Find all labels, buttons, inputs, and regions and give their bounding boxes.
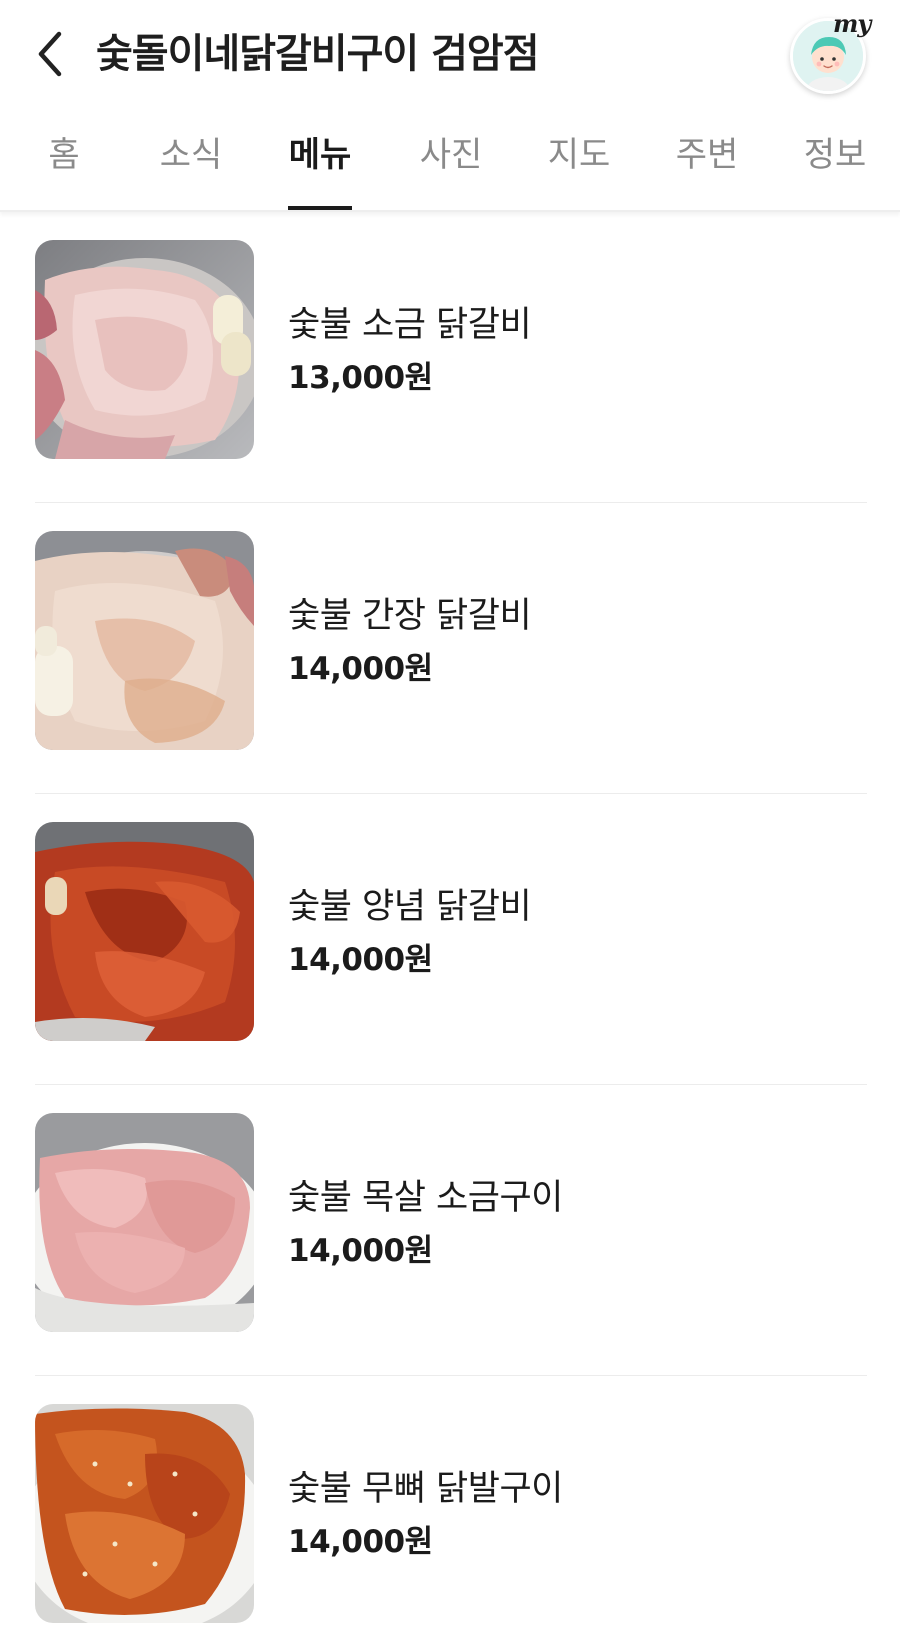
- menu-item-name: 숯불 목살 소금구이: [288, 1178, 563, 1218]
- menu-item-photo: [35, 1113, 254, 1332]
- menu-item-name: 숯불 양념 닭갈비: [288, 887, 532, 927]
- menu-item[interactable]: 숯불 무뼈 닭발구이 14,000원: [35, 1376, 867, 1643]
- tab-home[interactable]: 홈: [46, 132, 82, 198]
- page-title: 숯돌이네닭갈비구이 검암점: [96, 31, 540, 77]
- my-label: my: [833, 9, 871, 38]
- chevron-left-icon: [38, 31, 62, 77]
- menu-item-price: 14,000원: [288, 942, 433, 978]
- menu-item-price: 14,000원: [288, 1524, 433, 1560]
- tab-map[interactable]: 지도: [546, 132, 612, 198]
- menu-item[interactable]: 숯불 목살 소금구이 14,000원: [35, 1085, 867, 1376]
- my-profile-button[interactable]: my: [790, 9, 871, 94]
- neck-meat-photo: [35, 1113, 254, 1332]
- menu-item-price: 14,000원: [288, 651, 433, 687]
- tab-info[interactable]: 정보: [802, 132, 868, 198]
- menu-item-photo: [35, 531, 254, 750]
- menu-item-price: 13,000원: [288, 360, 433, 396]
- menu-item-name: 숯불 소금 닭갈비: [288, 305, 532, 345]
- tab-nearby[interactable]: 주변: [674, 132, 740, 198]
- menu-item-name: 숯불 무뼈 닭발구이: [288, 1469, 563, 1509]
- tab-bar: 홈 소식 메뉴 사진 지도 주변 정보: [0, 118, 900, 212]
- back-button[interactable]: [28, 24, 72, 84]
- boneless-feet-photo: [35, 1404, 254, 1623]
- raw-salt-chicken-photo: [35, 240, 254, 459]
- menu-item-price: 14,000원: [288, 1233, 433, 1269]
- menu-item-photo: [35, 822, 254, 1041]
- menu-item[interactable]: 숯불 소금 닭갈비 13,000원: [35, 212, 867, 503]
- menu-item-photo: [35, 1404, 254, 1623]
- menu-item[interactable]: 숯불 양념 닭갈비 14,000원: [35, 794, 867, 1085]
- tab-menu[interactable]: 메뉴: [288, 132, 352, 210]
- soy-chicken-photo: [35, 531, 254, 750]
- menu-item-name: 숯불 간장 닭갈비: [288, 596, 532, 636]
- menu-item[interactable]: 숯불 간장 닭갈비 14,000원: [35, 503, 867, 794]
- app-screen: 숯돌이네닭갈비구이 검암점 my 홈 소식 메뉴 사진 지도 주변 정보 숯불 …: [0, 0, 900, 1643]
- tab-news[interactable]: 소식: [158, 132, 224, 198]
- menu-item-photo: [35, 240, 254, 459]
- spicy-chicken-photo: [35, 822, 254, 1041]
- header: 숯돌이네닭갈비구이 검암점 my: [0, 0, 900, 106]
- tab-photos[interactable]: 사진: [418, 132, 484, 198]
